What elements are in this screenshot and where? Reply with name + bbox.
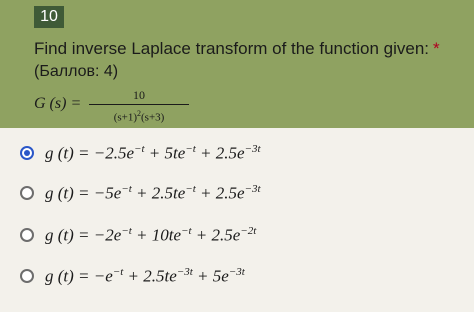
answer-option-text: g (t) = −2e−t + 10te−t + 2.5e−2t <box>45 225 256 246</box>
fraction-bar <box>89 104 189 105</box>
term: + 10te <box>131 225 182 245</box>
radio-unselected-icon[interactable] <box>20 186 34 200</box>
term: g (t) = −2.5e <box>45 143 135 163</box>
term: + 5te <box>144 143 186 163</box>
required-mark: * <box>433 39 440 58</box>
term: + 2.5e <box>191 225 241 245</box>
question-number-badge: 10 <box>34 6 64 28</box>
formula-numerator: 10 <box>133 88 145 102</box>
term: + 2.5e <box>195 143 245 163</box>
answer-option[interactable]: g (t) = −e−t + 2.5te−3t + 5e−3t <box>20 262 460 292</box>
exponent: −t <box>185 143 196 155</box>
exponent: −t <box>134 143 145 155</box>
answer-option-text: g (t) = −2.5e−t + 5te−t + 2.5e−3t <box>45 143 261 164</box>
radio-unselected-icon[interactable] <box>20 269 34 283</box>
exponent: −t <box>185 183 196 195</box>
answer-option[interactable]: g (t) = −2.5e−t + 5te−t + 2.5e−3t <box>20 139 460 169</box>
radio-unselected-icon[interactable] <box>20 228 34 242</box>
formula-fraction: 10 (s+1)2(s+3) <box>89 88 189 125</box>
answer-option-text: g (t) = −e−t + 2.5te−3t + 5e−3t <box>45 266 245 287</box>
term: + 2.5te <box>131 183 186 203</box>
answer-option[interactable]: g (t) = −2e−t + 10te−t + 2.5e−2t <box>20 221 460 251</box>
formula-lhs: G (s) = <box>34 95 82 112</box>
question-card: 10 Find inverse Laplace transform of the… <box>0 0 474 312</box>
question-title-text: Find inverse Laplace transform of the fu… <box>34 39 429 58</box>
formula-denominator: (s+1)2(s+3) <box>89 107 189 125</box>
term: + 2.5te <box>123 266 177 286</box>
question-title: Find inverse Laplace transform of the fu… <box>34 39 440 59</box>
exponent: −t <box>181 225 192 237</box>
term: g (t) = −2e <box>45 225 122 245</box>
exponent: −2t <box>240 225 257 237</box>
exponent: −t <box>112 266 124 278</box>
term: g (t) = −5e <box>45 183 122 203</box>
radio-selected-icon[interactable] <box>20 146 34 160</box>
answer-option-text: g (t) = −5e−t + 2.5te−t + 2.5e−3t <box>45 183 261 204</box>
exponent: −3t <box>176 266 193 278</box>
question-header: 10 Find inverse Laplace transform of the… <box>0 0 474 128</box>
exponent: −3t <box>244 143 261 155</box>
denominator-base: (s+1) <box>113 111 137 124</box>
denominator-tail: (s+3) <box>141 111 165 124</box>
term: + 2.5e <box>195 183 245 203</box>
exponent: −3t <box>228 266 245 278</box>
exponent: −t <box>121 225 132 237</box>
term: + 5e <box>192 266 229 286</box>
question-points: (Баллов: 4) <box>34 63 119 80</box>
answer-option[interactable]: g (t) = −5e−t + 2.5te−t + 2.5e−3t <box>20 179 460 209</box>
term: g (t) = −e <box>45 266 113 286</box>
exponent: −3t <box>244 183 261 195</box>
exponent: −t <box>121 183 132 195</box>
